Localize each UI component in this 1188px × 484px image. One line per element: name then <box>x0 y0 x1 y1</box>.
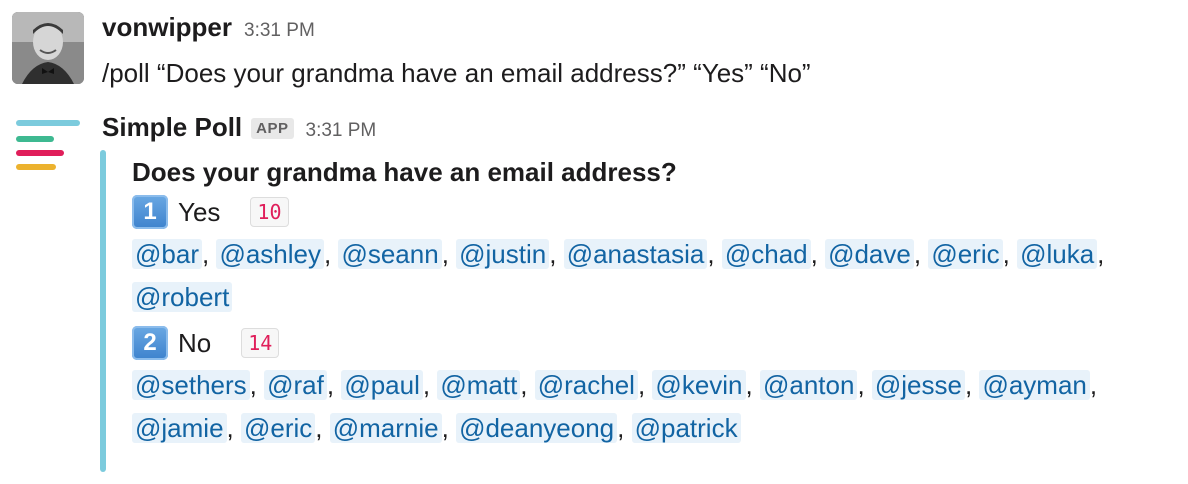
user-mention[interactable]: @matt <box>437 370 521 400</box>
user-mention[interactable]: @kevin <box>652 370 746 400</box>
vote-count: 10 <box>250 197 289 227</box>
username[interactable]: vonwipper <box>102 12 232 43</box>
vote-count: 14 <box>241 328 280 358</box>
keycap-one-icon: 1 <box>132 195 168 229</box>
user-mention[interactable]: @paul <box>341 370 423 400</box>
user-mention[interactable]: @seann <box>338 239 442 269</box>
user-avatar[interactable] <box>12 12 84 84</box>
user-mention[interactable]: @chad <box>721 239 811 269</box>
user-mention[interactable]: @luka <box>1017 239 1098 269</box>
user-mention[interactable]: @marnie <box>329 413 442 443</box>
message-text: /poll “Does your grandma have an email a… <box>102 58 811 88</box>
option-label: Yes <box>178 196 221 227</box>
timestamp[interactable]: 3:31 PM <box>306 120 377 142</box>
user-mention[interactable]: @rachel <box>534 370 638 400</box>
app-badge: APP <box>251 118 294 139</box>
user-mention[interactable]: @dave <box>825 239 914 269</box>
user-mention[interactable]: @anton <box>759 370 858 400</box>
poll-option-header: 1 Yes 10 <box>132 192 1182 232</box>
poll-option-2: 2 No 14 @sethers, @raf, @paul, @matt, @r… <box>132 323 1182 450</box>
voter-list: @sethers, @raf, @paul, @matt, @rachel, @… <box>132 364 1177 450</box>
poll-option-1: 1 Yes 10 @bar, @ashley, @seann, @justin,… <box>132 192 1182 319</box>
keycap-two-icon: 2 <box>132 326 168 360</box>
user-mention[interactable]: @justin <box>456 239 550 269</box>
user-mention[interactable]: @jamie <box>132 413 227 443</box>
simple-poll-logo-icon[interactable] <box>12 112 84 184</box>
user-mention[interactable]: @eric <box>240 413 316 443</box>
poll-question: Does your grandma have an email address? <box>132 157 677 187</box>
user-mention[interactable]: @bar <box>132 239 202 269</box>
user-mention[interactable]: @ashley <box>216 239 324 269</box>
user-mention[interactable]: @sethers <box>132 370 250 400</box>
poll-attachment: Does your grandma have an email address?… <box>132 152 1182 450</box>
voter-list: @bar, @ashley, @seann, @justin, @anastas… <box>132 233 1177 319</box>
user-mention[interactable]: @eric <box>928 239 1003 269</box>
user-mention[interactable]: @patrick <box>631 413 741 443</box>
user-mention[interactable]: @ayman <box>979 370 1090 400</box>
bot-name[interactable]: Simple Poll <box>102 112 242 143</box>
user-mention[interactable]: @anastasia <box>563 239 708 269</box>
option-label: No <box>178 327 212 358</box>
user-mention[interactable]: @robert <box>132 282 233 312</box>
poll-option-header: 2 No 14 <box>132 323 1182 363</box>
user-mention[interactable]: @jesse <box>871 370 965 400</box>
attachment-accent-bar <box>100 150 106 472</box>
user-mention[interactable]: @deanyeong <box>456 413 618 443</box>
bot-message-header: Simple Poll APP 3:31 PM <box>102 112 376 143</box>
timestamp[interactable]: 3:31 PM <box>244 20 315 42</box>
user-mention[interactable]: @raf <box>264 370 327 400</box>
user-message-header: vonwipper 3:31 PM <box>102 12 315 43</box>
